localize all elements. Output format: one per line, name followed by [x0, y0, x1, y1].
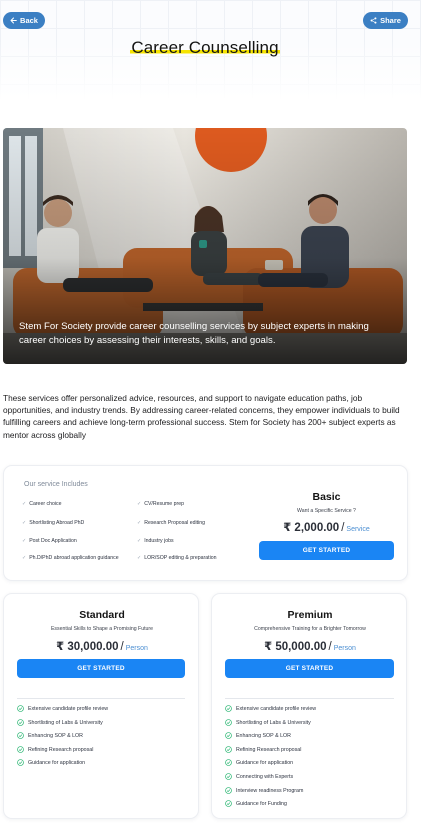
- check-circle-icon: [225, 746, 232, 753]
- feature-item: Enhancing SOP & LOR: [225, 732, 291, 739]
- check-icon: ✓: [22, 501, 27, 507]
- check-icon: ✓: [137, 555, 142, 561]
- services-title: Our service Includes: [24, 481, 88, 488]
- get-started-button[interactable]: GET STARTED: [17, 659, 185, 678]
- service-item: ✓ Research Proposal editing: [137, 520, 206, 526]
- standard-plan-card: Standard Essential Skills to Shape a Pro…: [3, 593, 199, 819]
- check-circle-icon: [17, 705, 24, 712]
- feature-item: Shortlisting of Labs & University: [225, 719, 311, 726]
- service-item: ✓ Shortlisting Abroad PhD: [22, 520, 85, 526]
- hero-image: Stem For Society provide career counsell…: [3, 128, 407, 364]
- feature-item: Guidance for application: [225, 759, 293, 766]
- plan-price: ₹ 30,000.00/Person: [56, 641, 148, 653]
- service-item: ✓ Post Doc Application: [22, 538, 77, 544]
- premium-plan-card: Premium Comprehensive Training for a Bri…: [211, 593, 407, 819]
- feature-item: Interview readiness Program: [225, 787, 303, 794]
- check-icon: ✓: [22, 555, 27, 561]
- service-item: ✓ CV/Resume prep: [137, 501, 184, 507]
- check-circle-icon: [17, 759, 24, 766]
- feature-item: Extensive candidate profile review: [17, 705, 108, 712]
- divider: [17, 698, 185, 699]
- feature-item: Refining Research proposal: [225, 746, 301, 753]
- check-circle-icon: [17, 746, 24, 753]
- feature-item: Refining Research proposal: [17, 746, 93, 753]
- check-circle-icon: [225, 773, 232, 780]
- check-circle-icon: [225, 787, 232, 794]
- check-circle-icon: [225, 705, 232, 712]
- back-label: Back: [20, 16, 38, 25]
- get-started-button[interactable]: GET STARTED: [259, 541, 394, 560]
- check-circle-icon: [17, 732, 24, 739]
- back-button[interactable]: Back: [3, 12, 45, 29]
- share-icon: [370, 17, 377, 24]
- arrow-left-icon: [10, 17, 17, 24]
- get-started-button[interactable]: GET STARTED: [225, 659, 394, 678]
- intro-paragraph: These services offer personalized advice…: [3, 393, 400, 440]
- feature-item: Connecting with Experts: [225, 773, 293, 780]
- share-button[interactable]: Share: [363, 12, 408, 29]
- service-item: ✓ Career choice: [22, 501, 62, 507]
- check-circle-icon: [225, 800, 232, 807]
- check-icon: ✓: [22, 520, 27, 526]
- check-icon: ✓: [137, 501, 142, 507]
- share-label: Share: [380, 16, 401, 25]
- check-circle-icon: [225, 732, 232, 739]
- check-icon: ✓: [137, 538, 142, 544]
- basic-plan-card: Our service Includes ✓ Career choice ✓ CV/…: [3, 465, 408, 581]
- service-item: ✓ LOR/SOP editing & preparation: [137, 555, 217, 561]
- plan-name: Standard: [79, 609, 125, 621]
- check-circle-icon: [17, 719, 24, 726]
- divider: [225, 698, 394, 699]
- check-icon: ✓: [22, 538, 27, 544]
- plan-subtitle: Comprehensive Training for a Brighter To…: [254, 626, 366, 632]
- feature-item: Shortlisting of Labs & University: [17, 719, 103, 726]
- feature-item: Extensive candidate profile review: [225, 705, 316, 712]
- plan-subtitle: Essential Skills to Shape a Promising Fu…: [50, 626, 154, 632]
- feature-item: Guidance for application: [17, 759, 85, 766]
- check-circle-icon: [225, 719, 232, 726]
- plan-subtitle: Want a Specific Service ?: [297, 508, 356, 514]
- check-icon: ✓: [137, 520, 142, 526]
- hero-caption: Stem For Society provide career counsell…: [19, 321, 369, 346]
- check-circle-icon: [225, 759, 232, 766]
- service-item: ✓ Industry jobs: [137, 538, 174, 544]
- plan-name: Basic: [312, 491, 341, 503]
- feature-item: Enhancing SOP & LOR: [17, 732, 83, 739]
- service-item: ✓ Ph.D/PhD abroad application guidance: [22, 555, 119, 561]
- page-title-text: Career Counselling: [130, 38, 280, 57]
- feature-item: Guidance for Funding: [225, 800, 287, 807]
- plan-name: Premium: [287, 609, 333, 621]
- plan-price: ₹ 50,000.00/Person: [264, 641, 356, 653]
- plan-price: ₹ 2,000.00/Service: [283, 522, 370, 534]
- page-title: Career Counselling: [0, 38, 410, 58]
